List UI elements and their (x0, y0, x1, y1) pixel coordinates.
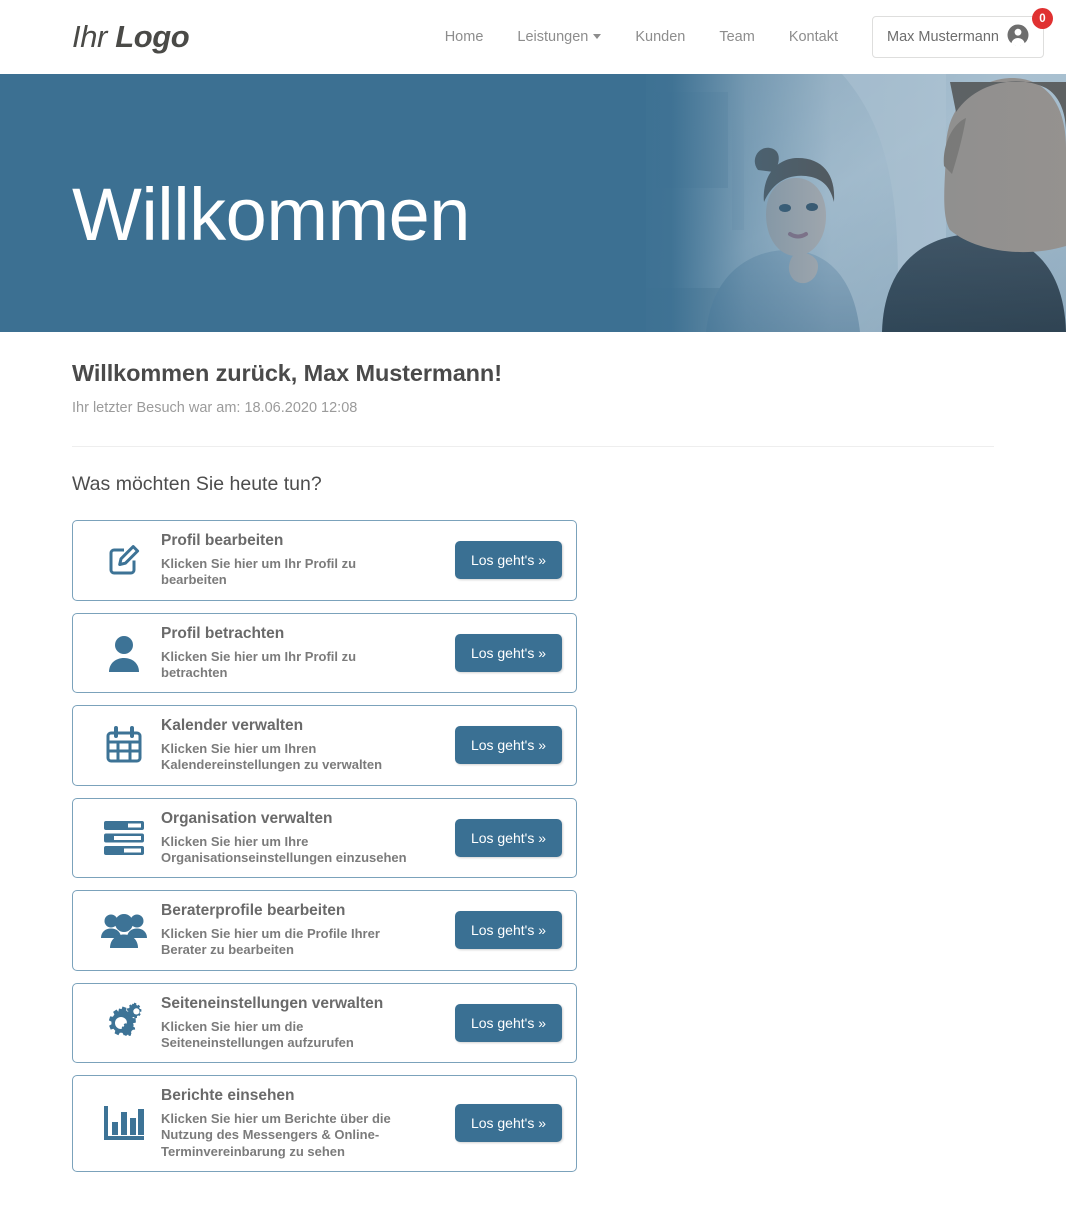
nav-link-home[interactable]: Home (428, 19, 501, 55)
nav-link-team[interactable]: Team (702, 19, 771, 55)
card-body: Kalender verwalten Klicken Sie hier um I… (161, 717, 455, 774)
nav-link-kunden-label: Kunden (635, 29, 686, 45)
section-divider (72, 446, 994, 447)
logo-bold-text: Logo (115, 19, 190, 54)
action-card-profil-betrachten[interactable]: Profil betrachten Klicken Sie hier um Ih… (72, 612, 577, 693)
user-avatar-icon (1007, 24, 1029, 51)
card-description: Klicken Sie hier um Ihren Kalendereinste… (161, 741, 383, 773)
card-description: Klicken Sie hier um die Seiteneinstellun… (161, 1018, 354, 1050)
hero-banner: Willkommen (0, 74, 1066, 332)
calendar-icon (87, 725, 161, 765)
action-card-seiteneinstellungen-verwalten[interactable]: Seiteneinstellungen verwalten Klicken Si… (72, 982, 577, 1063)
card-description: Klicken Sie hier um Ihre Organisationsei… (161, 833, 407, 865)
group-users-icon (87, 911, 161, 949)
card-action-button[interactable]: Los geht's » (454, 633, 562, 672)
top-navbar: Ihr Logo Home Leistungen Kunden Team Kon… (0, 0, 1066, 74)
action-card-beraterprofile-bearbeiten[interactable]: Beraterprofile bearbeiten Klicken Sie hi… (72, 890, 577, 971)
card-action-button[interactable]: Los geht's » (454, 818, 562, 857)
hero-title: Willkommen (72, 173, 470, 256)
user-icon (87, 633, 161, 673)
nav-link-kontakt[interactable]: Kontakt (772, 19, 855, 55)
card-body: Seiteneinstellungen verwalten Klicken Si… (161, 995, 455, 1052)
card-title: Beraterprofile bearbeiten (161, 902, 346, 919)
card-body: Profil betrachten Klicken Sie hier um Ih… (161, 625, 455, 682)
nav-links: Home Leistungen Kunden Team Kontakt (428, 19, 855, 55)
nav-link-kontakt-label: Kontakt (788, 29, 838, 45)
last-visit-text: Ihr letzter Besuch war am: 18.06.2020 12… (72, 400, 358, 416)
action-card-profil-bearbeiten[interactable]: Profil bearbeiten Klicken Sie hier um Ih… (72, 520, 577, 601)
card-action-button[interactable]: Los geht's » (454, 1003, 562, 1042)
user-menu-button[interactable]: Max Mustermann 0 (871, 8, 1053, 58)
edit-profile-icon (87, 540, 161, 580)
cogs-icon (87, 1002, 161, 1044)
card-title: Berichte einsehen (161, 1087, 295, 1104)
card-body: Organisation verwalten Klicken Sie hier … (161, 810, 455, 867)
user-name-label: Max Mustermann (886, 29, 999, 45)
site-logo[interactable]: Ihr Logo (72, 19, 190, 55)
card-action-button[interactable]: Los geht's » (454, 911, 562, 950)
nav-link-leistungen-label: Leistungen (517, 29, 589, 45)
card-title: Profil betrachten (161, 624, 285, 642)
main-content: Willkommen zurück, Max Mustermann! Ihr l… (0, 360, 1066, 1172)
card-body: Berichte einsehen Klicken Sie hier um Be… (161, 1087, 455, 1160)
card-action-button[interactable]: Los geht's » (454, 541, 562, 580)
card-title: Kalender verwalten (161, 717, 304, 734)
chevron-down-icon (593, 34, 602, 39)
page-title: Willkommen zurück, Max Mustermann! (72, 360, 502, 386)
bar-chart-icon (87, 1104, 161, 1142)
action-card-berichte-einsehen[interactable]: Berichte einsehen Klicken Sie hier um Be… (72, 1075, 577, 1172)
card-title: Seiteneinstellungen verwalten (161, 994, 384, 1012)
section-title: Was möchten Sie heute tun? (72, 473, 322, 495)
action-card-kalender-verwalten[interactable]: Kalender verwalten Klicken Sie hier um I… (72, 705, 577, 786)
nav-link-leistungen[interactable]: Leistungen (500, 19, 618, 55)
nav-link-kunden[interactable]: Kunden (618, 19, 702, 55)
navbar-right: Home Leistungen Kunden Team Kontakt Max … (428, 8, 1053, 58)
server-icon (87, 820, 161, 856)
action-card-organisation-verwalten[interactable]: Organisation verwalten Klicken Sie hier … (72, 797, 577, 878)
card-description: Klicken Sie hier um Ihr Profil zu bearbe… (161, 556, 357, 588)
card-description: Klicken Sie hier um Berichte über die Nu… (161, 1111, 391, 1159)
action-cards-list: Profil bearbeiten Klicken Sie hier um Ih… (72, 520, 994, 1172)
card-action-button[interactable]: Los geht's » (454, 726, 562, 765)
card-body: Beraterprofile bearbeiten Klicken Sie hi… (161, 902, 455, 959)
card-body: Profil bearbeiten Klicken Sie hier um Ih… (161, 532, 455, 589)
logo-light-text: Ihr (72, 19, 107, 54)
card-description: Klicken Sie hier um Ihr Profil zu betrac… (161, 648, 357, 680)
card-title: Organisation verwalten (161, 809, 333, 827)
nav-link-home-label: Home (444, 29, 484, 45)
notification-badge: 0 (1032, 8, 1053, 29)
nav-link-team-label: Team (719, 29, 755, 45)
card-title: Profil bearbeiten (161, 532, 284, 549)
card-description: Klicken Sie hier um die Profile Ihrer Be… (161, 926, 380, 958)
card-action-button[interactable]: Los geht's » (454, 1104, 562, 1143)
